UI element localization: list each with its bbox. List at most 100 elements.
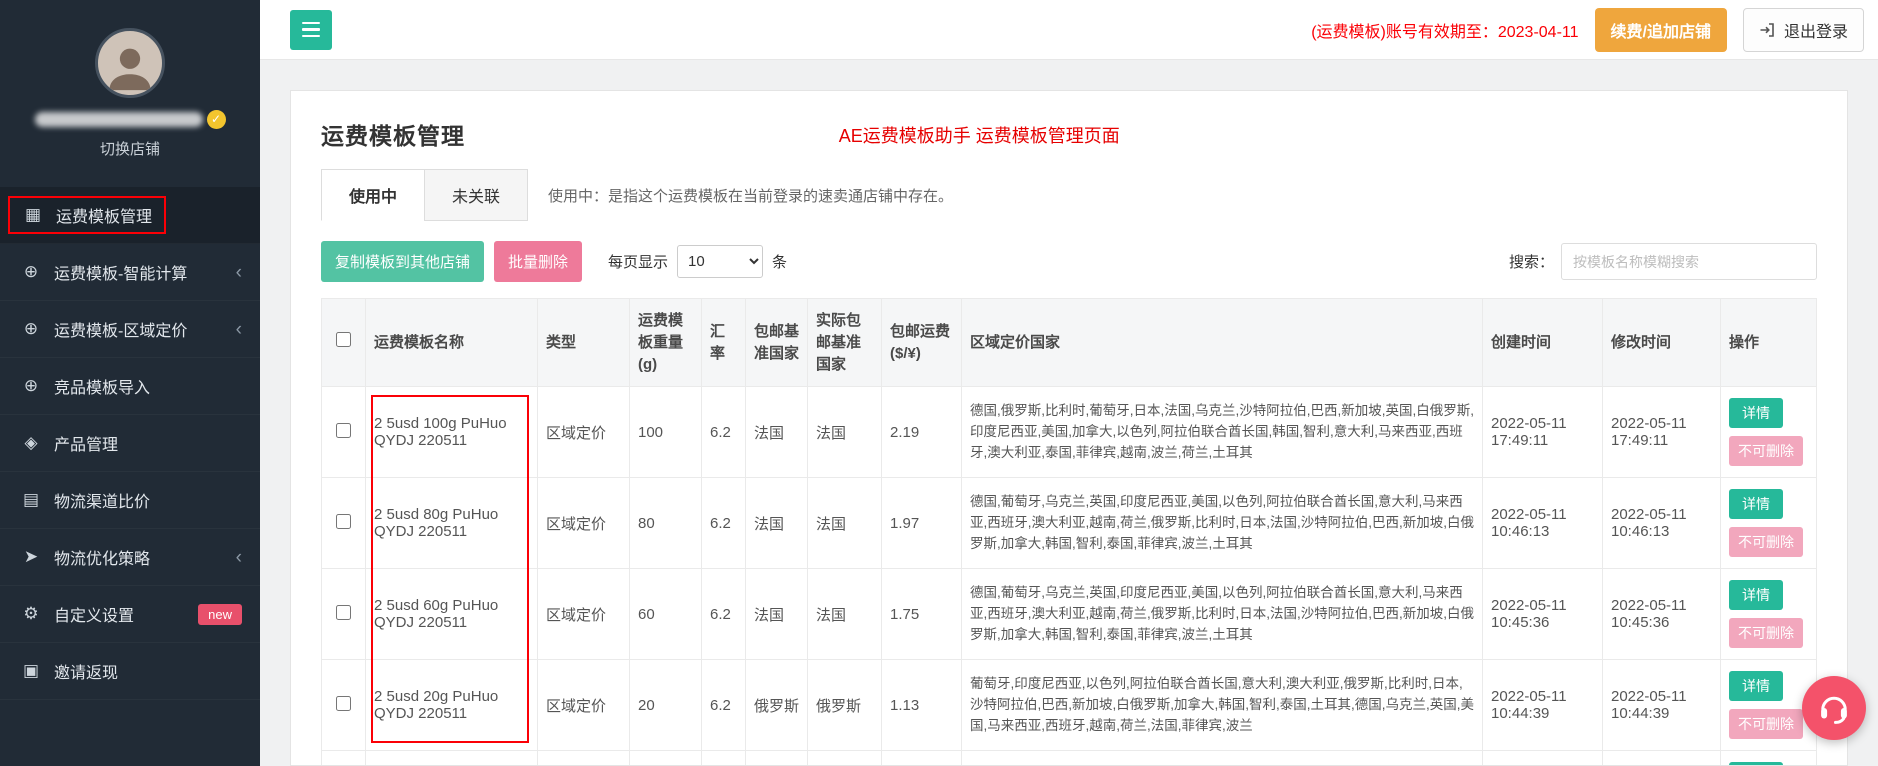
countries-cell: 德国,葡萄牙,乌克兰,英国,印度尼西亚,美国,以色列,阿拉伯联合酋长国,意大利,…	[961, 477, 1483, 570]
search-label: 搜索：	[1508, 254, 1554, 271]
product-icon: ◈	[24, 433, 38, 452]
sidebar-item-自定义设置[interactable]: ⚙ 自定义设置 new	[0, 586, 260, 643]
card-header: 运费模板管理 AE运费模板助手 运费模板管理页面	[321, 117, 1817, 151]
created-time-cell: 2022-05-11 10:44:39	[1482, 659, 1603, 752]
row-checkbox-cell	[321, 477, 366, 570]
type-cell: 区域定价	[537, 659, 630, 752]
row-checkbox[interactable]	[336, 695, 351, 711]
menu-toggle-button[interactable]	[290, 9, 332, 50]
column-header: 包邮基准国家	[745, 297, 808, 388]
modified-time-cell: 2022-05-11 10:45:36	[1602, 568, 1721, 661]
customer-service-button[interactable]	[1802, 676, 1866, 740]
table-row: 2 5usd 100g PuHuo diy100 test定制100g-区域定价…	[321, 750, 1817, 765]
renew-add-shop-button[interactable]: 续费/追加店铺	[1594, 7, 1727, 52]
sidebar-item-物流优化策略[interactable]: ➤ 物流优化策略 ‹	[0, 529, 260, 586]
chevron-left-icon: ‹	[235, 546, 242, 568]
import-template-icon: ⊕	[23, 376, 39, 395]
topbar-right: (运费模板)账号有效期至：2023-04-11 续费/追加店铺 退出登录	[1311, 7, 1864, 52]
free-ship-fee-cell: 2.19	[881, 386, 962, 479]
sidebar-item-label: 邀请返现	[54, 665, 119, 682]
tab-使用中[interactable]: 使用中	[321, 169, 426, 221]
content-area: 运费模板管理 AE运费模板助手 运费模板管理页面 使用中 未关联 使用中：是指这个…	[260, 60, 1878, 766]
row-checkbox-cell	[321, 750, 366, 765]
free-ship-base-country-cell: 俄罗斯	[745, 659, 808, 752]
tab-未关联[interactable]: 未关联	[424, 169, 529, 221]
search-control: 搜索：	[1509, 243, 1817, 280]
logout-button[interactable]: 退出登录	[1742, 7, 1864, 52]
table-row: 2 5usd 60g PuHuo QYDJ 220511 区域定价 60 6.2 法国法…	[321, 568, 1817, 661]
cannot-delete-button[interactable]: 不可删除	[1729, 527, 1803, 558]
per-page-select[interactable]: 10	[677, 245, 764, 278]
row-checkbox[interactable]	[336, 513, 351, 529]
batch-delete-button[interactable]: 批量删除	[494, 241, 583, 282]
sidebar-item-label: 运费模板管理	[56, 209, 153, 226]
sidebar-menu: ▦ 运费模板管理 ⊕ 运费模板-智能计算 ‹ ⊕ 运费模板-区域定价 ‹ ⊕ 竞品模板导入 ◈ 产品管…	[0, 187, 260, 700]
sidebar-item-竞品模板导入[interactable]: ⊕ 竞品模板导入	[0, 358, 260, 415]
cannot-delete-button[interactable]: 不可删除	[1729, 436, 1803, 467]
countries-cell: 德国,葡萄牙,乌克兰,英国,印度尼西亚,美国,以色列,阿拉伯联合酋长国,意大利,…	[961, 568, 1483, 661]
table-toolbar: 复制模板到其他店铺 批量删除 每页显示 10 条 搜索：	[321, 241, 1817, 282]
detail-button[interactable]: 详情	[1729, 671, 1783, 702]
free-ship-fee-cell: 1.97	[881, 477, 962, 570]
row-checkbox[interactable]	[336, 604, 351, 620]
column-header: 运费模板名称	[365, 297, 538, 388]
column-header: 包邮运费($/¥)	[881, 297, 962, 388]
select-all-checkbox[interactable]	[336, 331, 351, 347]
detail-button[interactable]: 详情	[1729, 580, 1783, 611]
template-table: 运费模板名称 类型 运费模板重量(g) 汇率 包邮基准国家 实际包邮基准国家 包邮运费($/…	[321, 297, 1817, 765]
modified-time-cell: 2022-05-11 17:49:11	[1602, 386, 1721, 479]
actions-cell: 详情 不可删除	[1720, 386, 1817, 479]
created-time-cell: 2022-05-11 10:45:36	[1482, 568, 1603, 661]
actual-free-ship-base-country-cell: 法国	[807, 568, 882, 661]
new-badge: new	[198, 603, 242, 625]
sidebar-item-运费模板管理[interactable]: ▦ 运费模板管理	[0, 187, 260, 244]
detail-button[interactable]: 详情	[1729, 489, 1783, 520]
column-header: 创建时间	[1482, 297, 1603, 388]
actual-free-ship-base-country-cell: 俄罗斯	[807, 750, 882, 765]
sidebar-item-运费模板-区域定价[interactable]: ⊕ 运费模板-区域定价 ‹	[0, 301, 260, 358]
sidebar-item-物流渠道比价[interactable]: ▤ 物流渠道比价	[0, 472, 260, 529]
sidebar-item-label: 物流优化策略	[54, 551, 151, 568]
sidebar-item-产品管理[interactable]: ◈ 产品管理	[0, 415, 260, 472]
modified-time-cell: 2022-05-11 10:46:13	[1602, 477, 1721, 570]
free-ship-base-country-cell: 俄罗斯	[745, 750, 808, 765]
app-window: ✓ 切换店铺 ▦ 运费模板管理 ⊕ 运费模板-智能计算 ‹ ⊕ 运费模板-区域定价 ‹ ⊕ 竞品模…	[0, 0, 1878, 766]
main-area: (运费模板)账号有效期至：2023-04-11 续费/追加店铺 退出登录 运费模…	[260, 0, 1878, 766]
sidebar-item-inner: ⊕ 运费模板-智能计算	[20, 260, 187, 284]
copy-template-button[interactable]: 复制模板到其他店铺	[321, 241, 485, 282]
created-time-cell: 2022-05-09 23:15:59	[1482, 750, 1603, 765]
tabs-row: 使用中 未关联 使用中：是指这个运费模板在当前登录的速卖通店铺中存在。	[321, 169, 1817, 221]
sidebar-item-label: 物流渠道比价	[54, 494, 151, 511]
select-all-cell	[321, 297, 366, 388]
sidebar-item-inner: ⊕ 竞品模板导入	[20, 374, 150, 398]
detail-button[interactable]: 详情	[1729, 398, 1783, 429]
free-ship-base-country-cell: 法国	[745, 477, 808, 570]
row-checkbox[interactable]	[336, 422, 351, 438]
sidebar-item-inner: ▤ 物流渠道比价	[20, 488, 150, 512]
topbar: (运费模板)账号有效期至：2023-04-11 续费/追加店铺 退出登录	[260, 0, 1878, 60]
annotation-box-sidebar-item: ▦ 运费模板管理	[8, 196, 167, 234]
switch-shop-link[interactable]: 切换店铺	[0, 138, 260, 159]
table-header: 运费模板名称 类型 运费模板重量(g) 汇率 包邮基准国家 实际包邮基准国家 包邮运费($/…	[321, 297, 1817, 388]
detail-button[interactable]: 详情	[1729, 762, 1783, 765]
avatar[interactable]	[95, 28, 165, 98]
sidebar-item-inner: ◈ 产品管理	[20, 431, 118, 455]
verified-badge-icon: ✓	[206, 110, 226, 129]
cashback-icon: ▣	[22, 661, 40, 680]
search-input[interactable]	[1561, 243, 1817, 280]
column-header: 类型	[537, 297, 630, 388]
weight-cell: 100	[629, 750, 702, 765]
headset-icon	[1821, 696, 1847, 724]
annotation-text: AE运费模板助手 运费模板管理页面	[838, 126, 1120, 146]
cannot-delete-button[interactable]: 不可删除	[1729, 618, 1803, 649]
free-ship-base-country-cell: 法国	[745, 386, 808, 479]
type-cell: 定制100g-区域定价	[537, 750, 630, 765]
modified-time-cell: 2022-05-11 10:44:39	[1602, 659, 1721, 752]
cannot-delete-button[interactable]: 不可删除	[1729, 709, 1803, 740]
weight-cell: 60	[629, 568, 702, 661]
sidebar-item-inner: ➤ 物流优化策略	[20, 545, 150, 569]
rate-cell: 6.2	[701, 659, 746, 752]
sidebar-item-运费模板-智能计算[interactable]: ⊕ 运费模板-智能计算 ‹	[0, 244, 260, 301]
globe-icon: ⊕	[23, 262, 39, 281]
sidebar-item-邀请返现[interactable]: ▣ 邀请返现	[0, 643, 260, 700]
